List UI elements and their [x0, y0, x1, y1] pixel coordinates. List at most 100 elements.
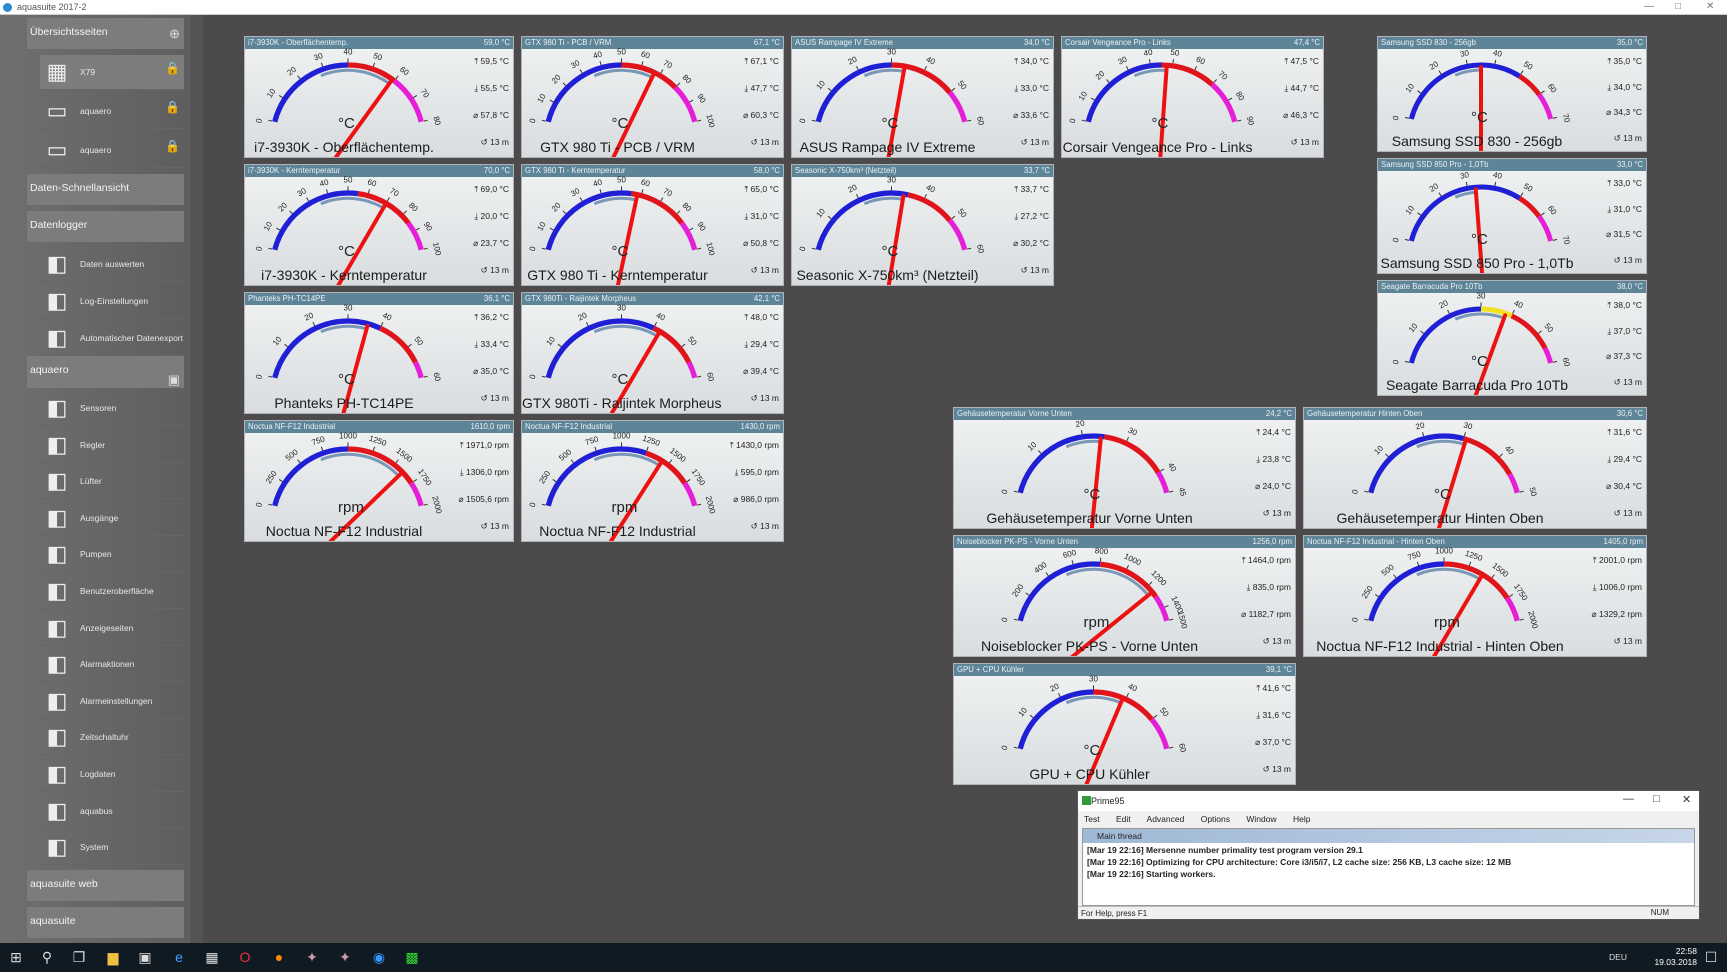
sidebar-item-logdaten[interactable]: ◧ Logdaten — [40, 757, 184, 792]
sidebar-item-automatischer-datenexport[interactable]: ◧ Automatischer Datenexport — [40, 321, 184, 356]
gauge-tick — [1029, 714, 1034, 719]
gauge-tick-label: 50 — [344, 175, 353, 184]
gauge-tick — [268, 247, 273, 250]
prime95-window[interactable]: Prime95 — □ ✕ Test Edit Advanced Options… — [1077, 790, 1700, 920]
add-icon[interactable]: ⊕ — [169, 26, 180, 42]
minimize-button[interactable]: — — [1644, 1, 1654, 12]
menu-test[interactable]: Test — [1084, 814, 1100, 824]
app-icon[interactable]: ▣ — [136, 948, 154, 966]
prime95-titlebar[interactable]: Prime95 — □ ✕ — [1078, 791, 1699, 811]
main-thread-title[interactable]: Main thread — [1083, 829, 1694, 843]
logdata-icon: ◧ — [46, 761, 68, 786]
lock-icon[interactable]: 🔒 — [165, 61, 180, 75]
gauge-tick — [967, 119, 972, 122]
gauge-panel[interactable]: Seagate Barracuda Pro 10Tb 38,0 °C 0 10 20 30… — [1377, 280, 1647, 396]
prime95-minimize-button[interactable]: — — [1623, 793, 1634, 805]
datalogger-header[interactable]: Datenlogger — [27, 211, 184, 242]
gauge-stat: ⤓ 31,6 °C — [1233, 709, 1291, 721]
start-icon[interactable]: ⊞ — [7, 948, 25, 966]
gauge-tick-label: 10 — [271, 334, 284, 347]
menu-help[interactable]: Help — [1293, 814, 1310, 824]
sidebar-item-alarmaktionen[interactable]: ◧ Alarmaktionen — [40, 647, 184, 683]
device-header[interactable]: aquaero ▣ — [27, 356, 184, 388]
gauge-panel[interactable]: ASUS Rampage IV Extreme 34,0 °C 0 10 20 30 40 5… — [791, 36, 1054, 158]
sidebar-item-lüfter[interactable]: ◧ Lüfter — [40, 464, 184, 500]
search-icon[interactable]: ⚲ — [38, 948, 56, 966]
gauge-stat: ⤓ 29,4 °C — [1584, 453, 1642, 465]
main-thread-window[interactable]: Main thread [Mar 19 22:16] Mersenne numb… — [1082, 828, 1695, 906]
gauge-panel[interactable]: GTX 980Ti - Raijintek Morpheus 42,1 °C 0 10… — [521, 292, 784, 414]
gauge-panel[interactable]: Gehäusetemperatur Vorne Unten 24,2 °C 0 10 2… — [953, 407, 1296, 529]
gauge-panel[interactable]: Samsung SSD 830 - 256gb 35,0 °C 0 10 20 30 40 5… — [1377, 36, 1647, 152]
gauge-tick-label: 40 — [592, 177, 603, 188]
explorer-icon[interactable]: ▆ — [104, 948, 122, 966]
gauge-panel[interactable]: GTX 980 Ti - PCB / VRM 67,1 °C 0 10 20 30 40 50… — [521, 36, 784, 158]
close-button[interactable]: ✕ — [1706, 1, 1714, 12]
menu-window[interactable]: Window — [1246, 814, 1276, 824]
edge-icon[interactable]: e — [170, 948, 188, 966]
gauge-panel[interactable]: Samsung SSD 850 Pro - 1,0Tb 33,0 °C 0 10 20 3… — [1377, 158, 1647, 274]
sidebar-item-sensoren[interactable]: ◧ Sensoren — [40, 391, 184, 426]
gauge-range-segment — [673, 85, 698, 123]
notification-icon[interactable]: ☐ — [1702, 948, 1720, 966]
gauge-panel[interactable]: Noiseblocker PK-PS - Vorne Unten 1256,0 r… — [953, 535, 1296, 657]
gauge-max-value: 41,6 °C — [1262, 683, 1291, 693]
page-item-aquaero-2[interactable]: ▭ aquaero 🔒 — [40, 133, 184, 168]
app2-icon[interactable]: ✦ — [303, 948, 321, 966]
sidebar-item-daten-auswerten[interactable]: ◧ Daten auswerten — [40, 247, 184, 282]
menu-edit[interactable]: Edit — [1116, 814, 1131, 824]
gauge-panel[interactable]: Noctua NF-F12 Industrial - Hinten Oben 14… — [1303, 535, 1647, 657]
time-icon: ↺ — [750, 393, 761, 403]
gauge-panel[interactable]: Corsair Vengeance Pro - Links 47,4 °C 0 10 2… — [1061, 36, 1324, 158]
taskview-icon[interactable]: ❐ — [70, 948, 88, 966]
sidebar-item-zeitschaltuhr[interactable]: ◧ Zeitschaltuhr — [40, 720, 184, 756]
aquasuite-header[interactable]: aquasuite — [27, 907, 184, 938]
calculator-icon[interactable]: ▦ — [203, 948, 221, 966]
firefox-icon[interactable]: ● — [270, 948, 288, 966]
menu-options[interactable]: Options — [1201, 814, 1230, 824]
gauge-panel[interactable]: GPU + CPU Kühler 39,1 °C 0 10 20 30 40 50 60 °C GP… — [953, 663, 1296, 785]
gauge-panel[interactable]: GTX 980 Ti - Kerntemperatur 58,0 °C 0 10 20 3… — [521, 164, 784, 286]
sidebar-item-pumpen[interactable]: ◧ Pumpen — [40, 537, 184, 573]
quickview-header[interactable]: Daten-Schnellansicht — [27, 174, 184, 205]
gauge-panel[interactable]: Noctua NF-F12 Industrial 1430,0 rpm 0 250 50… — [521, 420, 784, 542]
prime95-close-button[interactable]: ✕ — [1682, 793, 1691, 806]
sidebar-item-aquabus[interactable]: ◧ aquabus — [40, 794, 184, 829]
lock-icon[interactable]: 🔒 — [165, 139, 180, 153]
device-icon[interactable]: ▣ — [168, 372, 180, 388]
page-item-x79[interactable]: ▦ X79 🔒 — [40, 55, 184, 90]
gauge-panel[interactable]: Seasonic X-750km³ (Netzteil) 33,7 °C 0 10 20… — [791, 164, 1054, 286]
gauge-tick-label: 50 — [956, 79, 969, 92]
aquasuite-task-icon[interactable]: ◉ — [370, 948, 388, 966]
sidebar-item-benutzeroberfläche[interactable]: ◧ Benutzeroberfläche — [40, 574, 184, 609]
sidebar-item-alarmeinstellungen[interactable]: ◧ Alarmeinstellungen — [40, 684, 184, 719]
prime95-maximize-button[interactable]: □ — [1653, 793, 1660, 805]
sidebar-item-system[interactable]: ◧ System — [40, 830, 184, 866]
opera-icon[interactable]: O — [236, 948, 254, 966]
sidebar-item-anzeigeseiten[interactable]: ◧ Anzeigeseiten — [40, 611, 184, 646]
maximize-button[interactable]: □ — [1675, 1, 1681, 12]
tray-language[interactable]: DEU — [1609, 952, 1627, 962]
prime95-task-icon[interactable]: ▩ — [403, 948, 421, 966]
app3-icon[interactable]: ✦ — [336, 948, 354, 966]
lock-icon[interactable]: 🔒 — [165, 100, 180, 114]
sidebar-item-regler[interactable]: ◧ Regler — [40, 428, 184, 463]
gauge-panel[interactable]: i7-3930K - Kerntemperatur 70,0 °C 0 10 20 30 4… — [244, 164, 514, 286]
aquasuite-web-header[interactable]: aquasuite web — [27, 870, 184, 901]
gauge-panel[interactable]: Gehäusetemperatur Hinten Oben 30,6 °C 0 10 2… — [1303, 407, 1647, 529]
gauge-panel[interactable]: Noctua NF-F12 Industrial 1610,0 rpm 0 250 50… — [244, 420, 514, 542]
sidebar-scrollbar[interactable] — [190, 15, 203, 943]
gauge-tick — [1465, 59, 1468, 64]
gauge-tick — [1499, 453, 1503, 457]
sidebar-item-label: Alarmaktionen — [80, 659, 135, 670]
gauge-panel[interactable]: i7-3930K - Oberflächentemp. 59,0 °C 0 10 20 3… — [244, 36, 514, 158]
menu-advanced[interactable]: Advanced — [1147, 814, 1185, 824]
gauge-panel[interactable]: Phanteks PH-TC14PE 36,1 °C 0 10 20 30 40 50 60 °C… — [244, 292, 514, 414]
sidebar-item-log-einstellungen[interactable]: ◧ Log-Einstellungen — [40, 284, 184, 319]
overview-pages-header[interactable]: Übersichtsseiten ⊕ — [27, 18, 184, 49]
gauge-unit: °C — [881, 115, 899, 132]
clock[interactable]: 22:58 19.03.2018 — [1654, 946, 1697, 968]
page-item-aquaero-1[interactable]: ▭ aquaero 🔒 — [40, 94, 184, 129]
sidebar-item-ausgänge[interactable]: ◧ Ausgänge — [40, 501, 184, 536]
gauge-time-value: 13 m — [1030, 137, 1049, 147]
